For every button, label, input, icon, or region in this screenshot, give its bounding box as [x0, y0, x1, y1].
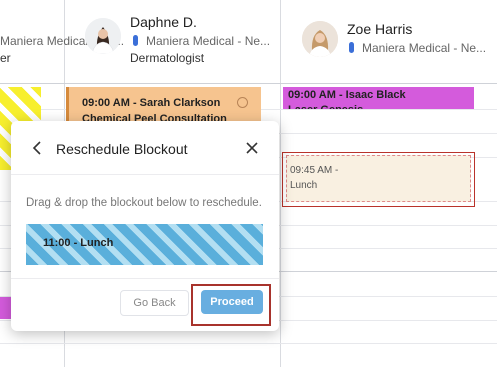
blockout-label: Lunch	[290, 180, 318, 191]
provider-header-daphne[interactable]: Daphne D. Maniera Medical - Ne... Dermat…	[65, 0, 280, 82]
info-icon[interactable]	[237, 97, 248, 108]
header-divider	[0, 83, 497, 84]
location-icon	[349, 42, 354, 53]
provider-name: Daphne D.	[130, 14, 197, 30]
provider-name: Zoe Harris	[347, 21, 413, 37]
provider-specialty: Dermatologist	[130, 51, 205, 65]
modal-footer-divider	[11, 278, 279, 279]
draggable-blockout[interactable]: 11:00 - Lunch	[26, 224, 263, 265]
close-icon[interactable]	[245, 141, 259, 155]
go-back-button[interactable]: Go Back	[120, 290, 189, 316]
chevron-left-icon[interactable]	[31, 140, 45, 156]
avatar	[302, 21, 338, 57]
modal-title: Reschedule Blockout	[56, 141, 188, 157]
blockout-label: 11:00 - Lunch	[43, 237, 114, 249]
blockout-drop-zone[interactable]: 09:45 AM - Lunch	[286, 155, 471, 202]
appointment-block-sarah[interactable]: 09:00 AM - Sarah Clarkson Chemical Peel …	[66, 87, 261, 125]
blockout-time: 09:45 AM -	[290, 165, 339, 176]
provider-location: Maniera Medical - Ne...	[133, 34, 270, 48]
avatar	[85, 18, 121, 54]
appointment-block-isaac[interactable]: 09:00 AM - Isaac Black Laser Genesis	[283, 87, 474, 109]
modal-instruction: Drag & drop the blockout below to resche…	[26, 197, 262, 209]
modal-divider	[11, 174, 279, 175]
provider-header-1[interactable]: Maniera Medical - Ne... er	[0, 0, 124, 82]
provider-location: Maniera Medical - Ne...	[349, 41, 486, 55]
appointment-service: Laser Genesis	[288, 104, 363, 109]
proceed-focus-outline	[191, 284, 271, 326]
appointment-block[interactable]	[0, 297, 11, 319]
appointment-time: 09:00 AM - Isaac Black	[288, 89, 406, 101]
provider-specialty: er	[0, 51, 11, 65]
slot-line	[0, 343, 497, 344]
location-icon	[133, 35, 138, 46]
provider-header-zoe[interactable]: Zoe Harris Maniera Medical - Ne...	[281, 0, 497, 82]
appointment-time: 09:00 AM - Sarah Clarkson	[82, 97, 221, 109]
